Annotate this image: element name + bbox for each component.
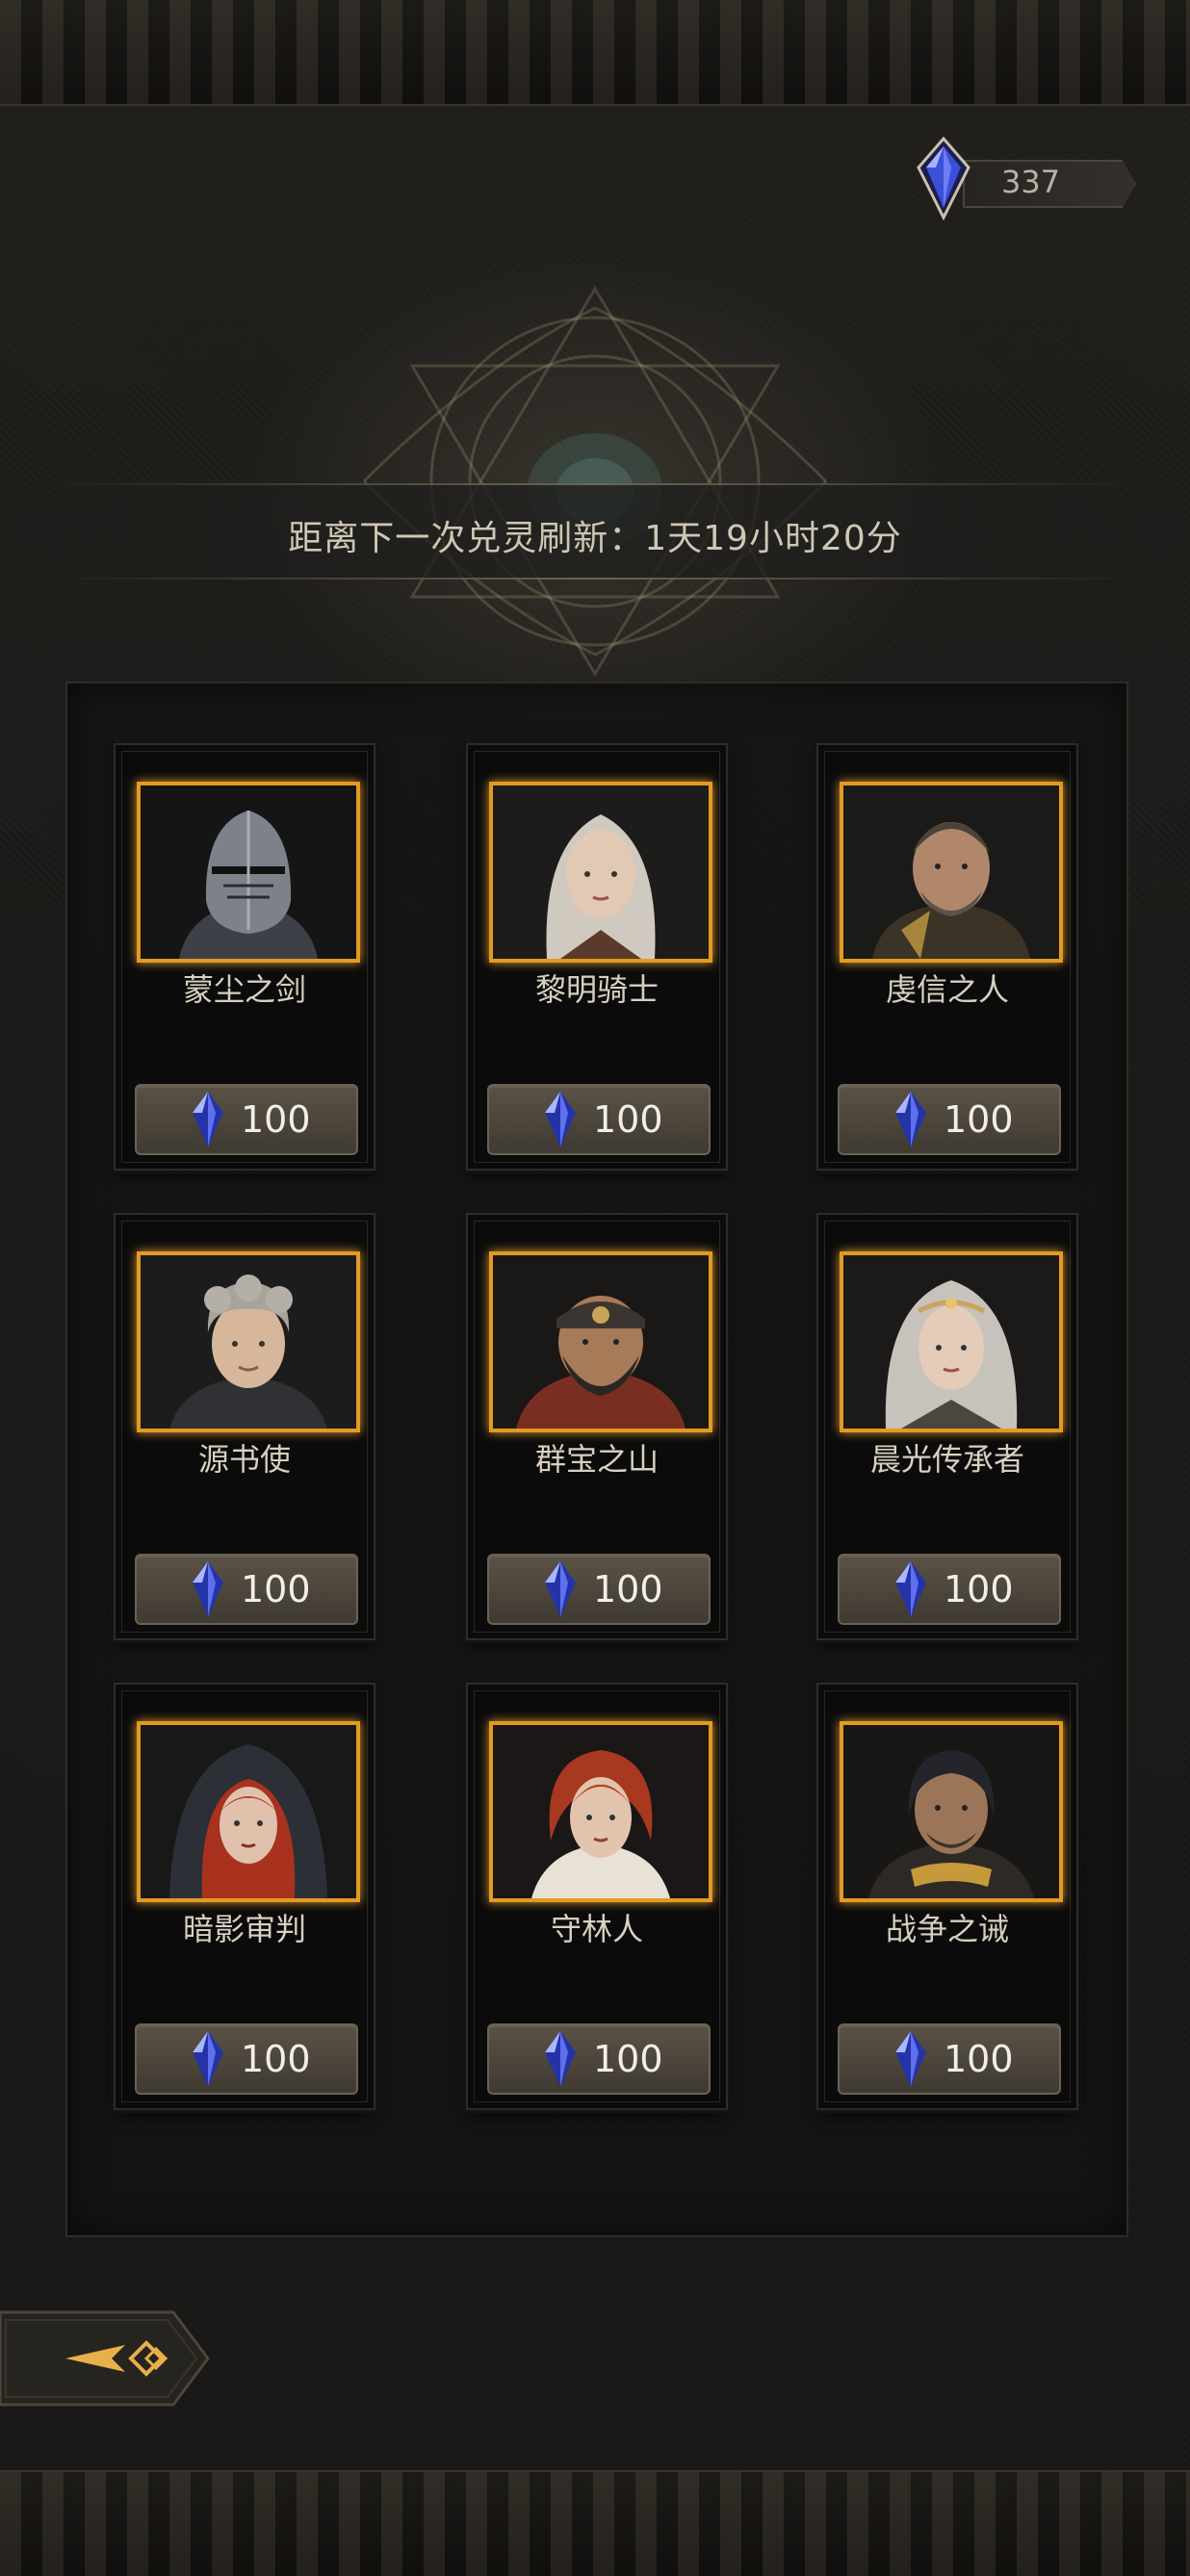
blue-crystal-icon: [895, 1561, 926, 1617]
hero-name: 蒙尘之剑: [182, 971, 306, 1008]
hero-card[interactable]: 源书使 100: [114, 1213, 375, 1640]
armored-knight-icon: [141, 786, 356, 959]
crystal-currency-display: 337: [905, 135, 1136, 223]
buy-button[interactable]: 100: [135, 2023, 358, 2095]
hero-card[interactable]: 黎明骑士 100: [466, 743, 728, 1171]
price-value: 100: [944, 1098, 1014, 1141]
blue-crystal-icon: [917, 136, 970, 221]
bandana-bearded-man-icon: [493, 1255, 709, 1429]
blue-crystal-icon: [895, 1092, 926, 1147]
buy-button[interactable]: 100: [487, 2023, 711, 2095]
buy-button[interactable]: 100: [838, 1084, 1061, 1155]
hero-portrait: [137, 1251, 360, 1432]
dark-haired-warrior-icon: [843, 1725, 1059, 1898]
blue-crystal-icon: [193, 1561, 223, 1617]
top-ornament-border: [0, 0, 1190, 106]
hero-portrait: [137, 782, 360, 963]
price-value: 100: [593, 1568, 663, 1610]
hero-name: 暗影审判: [182, 1911, 306, 1947]
blue-crystal-icon: [193, 2031, 223, 2087]
hero-card[interactable]: 守林人 100: [466, 1683, 728, 2110]
buy-button[interactable]: 100: [135, 1554, 358, 1625]
buy-button[interactable]: 100: [838, 2023, 1061, 2095]
blue-crystal-icon: [545, 1561, 576, 1617]
hero-portrait: [840, 1721, 1063, 1902]
ornament-emblem: [362, 286, 828, 677]
hero-portrait: [489, 1721, 712, 1902]
price-value: 100: [241, 2038, 311, 2080]
blue-crystal-icon: [545, 1092, 576, 1147]
bottom-ornament-border: [0, 2470, 1190, 2576]
hero-name: 群宝之山: [534, 1441, 659, 1478]
hero-card[interactable]: 虔信之人 100: [816, 743, 1078, 1171]
hero-portrait: [489, 1251, 712, 1432]
hero-portrait: [489, 782, 712, 963]
price-value: 100: [593, 2038, 663, 2080]
hero-portrait: [137, 1721, 360, 1902]
refresh-timer-banner: 距离下一次兑灵刷新：1天19小时20分: [48, 483, 1142, 580]
hooded-red-haired-woman-icon: [141, 1725, 356, 1898]
exchange-screen: 337 距离下一次兑灵刷新：1天19小时20分 蒙尘之剑 100 黎明骑士 10…: [0, 0, 1190, 2576]
price-value: 100: [241, 1568, 311, 1610]
blue-crystal-icon: [895, 2031, 926, 2087]
price-value: 100: [944, 1568, 1014, 1610]
hero-portrait: [840, 782, 1063, 963]
silver-haired-girl-icon: [843, 1255, 1059, 1429]
hero-name: 黎明骑士: [534, 971, 659, 1008]
curly-haired-youth-icon: [141, 1255, 356, 1429]
hero-card[interactable]: 晨光传承者 100: [816, 1213, 1078, 1640]
buy-button[interactable]: 100: [487, 1084, 711, 1155]
hero-card[interactable]: 战争之诫 100: [816, 1683, 1078, 2110]
hero-name: 守林人: [550, 1911, 643, 1947]
price-value: 100: [241, 1098, 311, 1141]
buy-button[interactable]: 100: [838, 1554, 1061, 1625]
hero-portrait: [840, 1251, 1063, 1432]
hero-card[interactable]: 暗影审判 100: [114, 1683, 375, 2110]
hero-name: 晨光传承者: [869, 1441, 1024, 1478]
red-haired-woman-icon: [493, 1725, 709, 1898]
hero-card[interactable]: 群宝之山 100: [466, 1213, 728, 1640]
bearded-man-icon: [843, 786, 1059, 959]
refresh-timer-text: 距离下一次兑灵刷新：1天19小时20分: [288, 519, 902, 558]
buy-button[interactable]: 100: [135, 1084, 358, 1155]
blue-crystal-icon: [545, 2031, 576, 2087]
hero-name: 战争之诫: [885, 1911, 1009, 1947]
blue-crystal-icon: [193, 1092, 223, 1147]
price-value: 100: [593, 1098, 663, 1141]
hero-name: 虔信之人: [885, 971, 1009, 1008]
silver-haired-woman-icon: [493, 786, 709, 959]
hero-name: 源书使: [197, 1441, 291, 1478]
price-value: 100: [944, 2038, 1014, 2080]
buy-button[interactable]: 100: [487, 1554, 711, 1625]
back-button[interactable]: [0, 2308, 212, 2409]
currency-amount: 337: [1001, 164, 1061, 200]
hero-card[interactable]: 蒙尘之剑 100: [114, 743, 375, 1171]
